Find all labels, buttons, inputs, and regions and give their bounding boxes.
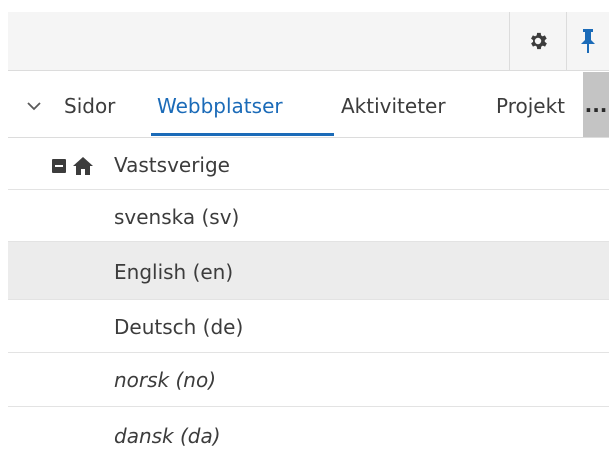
tree-item-sv[interactable]: svenska (sv): [8, 190, 609, 242]
pin-icon: [581, 29, 595, 53]
panel-tabs: Sidor Webbplatser Aktiviteter Projekt ..…: [8, 72, 609, 138]
chevron-down-icon[interactable]: [26, 98, 42, 114]
tree-item-label: Vastsverige: [114, 153, 230, 177]
collapse-icon[interactable]: [52, 159, 66, 173]
tree-item-label: Deutsch (de): [114, 315, 244, 339]
home-icon: [73, 157, 93, 175]
panel-toolbar: [8, 12, 609, 71]
pin-button[interactable]: [566, 12, 609, 70]
site-tree-panel: Sidor Webbplatser Aktiviteter Projekt ..…: [0, 0, 609, 454]
tree-item-label: svenska (sv): [114, 205, 240, 229]
more-tabs-button[interactable]: ...: [583, 72, 609, 137]
tab-sidor[interactable]: Sidor: [64, 92, 115, 120]
tab-aktiviteter[interactable]: Aktiviteter: [341, 92, 446, 120]
tree-item-no[interactable]: norsk (no): [8, 353, 609, 407]
active-tab-indicator: [151, 133, 334, 136]
tree-item-label: dansk (da): [114, 424, 221, 448]
tree-item-da[interactable]: dansk (da): [8, 407, 609, 454]
tree-item-label: norsk (no): [114, 368, 217, 392]
tree-item-en[interactable]: English (en): [8, 242, 609, 300]
tree-item-label: English (en): [114, 260, 234, 284]
tree-root-row[interactable]: Vastsverige: [8, 138, 609, 190]
gear-icon: [531, 32, 547, 50]
tab-projekt[interactable]: Projekt: [496, 92, 565, 120]
tab-webbplatser[interactable]: Webbplatser: [157, 92, 283, 120]
settings-button[interactable]: [509, 12, 566, 70]
tree-item-de[interactable]: Deutsch (de): [8, 300, 609, 353]
